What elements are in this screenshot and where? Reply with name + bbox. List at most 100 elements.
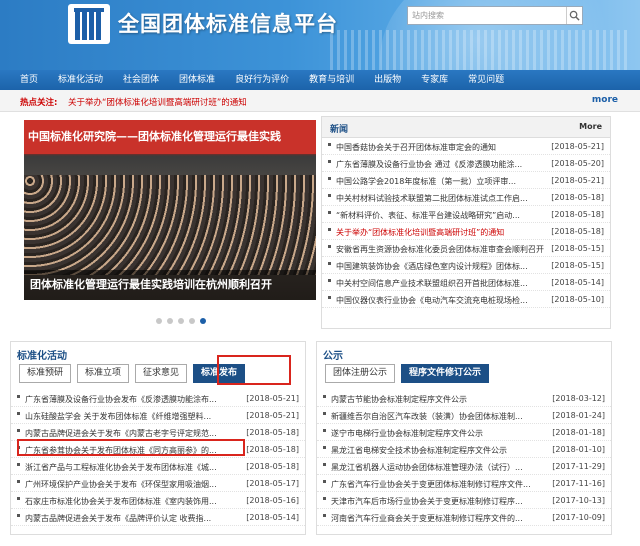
list-item[interactable]: 天津市汽车后市场行业协会关于变更标准制修订程序... [2017-10-13] — [317, 492, 611, 509]
hot-link[interactable]: 关于举办“团体标准化培训暨高端研讨班”的通知 — [68, 96, 247, 108]
nav-item[interactable]: 良好行为评价 — [225, 70, 299, 90]
list-item[interactable]: 广州环境保护产业协会关于发布《环保型家用吸油烟... [2018-05-17] — [11, 475, 305, 492]
list-item-title[interactable]: 浙江省产品与工程标准化协会关于发布团体标准《城... — [25, 462, 233, 473]
list-item-title[interactable]: 中国仪器仪表行业协会《电动汽车交流充电桩现场检... — [336, 295, 544, 306]
search-box[interactable]: 站内搜索 — [407, 6, 583, 25]
nav-item[interactable]: 社会团体 — [113, 70, 169, 90]
list-item-title[interactable]: 中国香菇协会关于召开团体标准审定会的通知 — [336, 142, 544, 153]
list-item[interactable]: 安徽省再生资源协会标准化委员会团体标准审查会顺利召开 [2018-05-15] — [322, 240, 610, 257]
list-item[interactable]: 广东省汽车行业协会关于变更团体标准制修订程序文件... [2017-11-16] — [317, 475, 611, 492]
tab-notice[interactable]: 团体注册公示 — [325, 364, 396, 383]
nav-item[interactable]: 首页 — [10, 70, 48, 90]
list-item-title[interactable]: 新疆维吾尔自治区汽车改装（装潢）协会团体标准制... — [331, 411, 546, 422]
list-item-title[interactable]: 中国公路学会2018年度标准（第一批）立项评审... — [336, 176, 544, 187]
nav-item[interactable]: 团体标准 — [169, 70, 225, 90]
search-button[interactable] — [566, 7, 582, 24]
list-item-title[interactable]: 广东省汽车行业协会关于变更团体标准制修订程序文件... — [331, 479, 546, 490]
list-item-title[interactable]: 内蒙古节能协会标准制定程序文件公示 — [331, 394, 546, 405]
nav-item[interactable]: 出版物 — [364, 70, 411, 90]
carousel-caption[interactable]: 团体标准化管理运行最佳实践培训在杭州顺利召开 — [30, 276, 272, 292]
list-item-title[interactable]: 广东省薄膜及设备行业协会 通过《反渗透膜功能涂... — [336, 159, 544, 170]
nav-item[interactable]: 教育与培训 — [299, 70, 364, 90]
list-item-title[interactable]: 关于举办“团体标准化培训暨高端研讨班”的通知 — [336, 227, 544, 238]
tab-standardization[interactable]: 征求意见 — [135, 364, 188, 383]
carousel-dot[interactable] — [167, 318, 173, 324]
list-item-date: [2018-05-17] — [246, 479, 299, 488]
bullet-icon — [323, 395, 326, 398]
tab-standardization[interactable]: 标准立项 — [77, 364, 130, 383]
carousel-dot[interactable] — [178, 318, 184, 324]
main-nav: 首页 标准化活动 社会团体 团体标准 良好行为评价 教育与培训 出版物 专家库 常见问题 — [0, 70, 640, 90]
list-item-title[interactable]: 山东硅酸盐学会 关于发布团体标准《纤维增强塑料... — [25, 411, 233, 422]
list-item-date: [2017-10-13] — [552, 496, 605, 505]
nav-item[interactable]: 常见问题 — [458, 70, 514, 90]
list-item[interactable]: 中国仪器仪表行业协会《电动汽车交流充电桩现场检... [2018-05-10] — [322, 291, 610, 308]
list-item-title[interactable]: “新材料评价、表征、标准平台建设战略研究”启动... — [336, 210, 544, 221]
list-item-date: [2018-05-10] — [551, 295, 604, 304]
list-item-title[interactable]: 广东省薄膜及设备行业协会发布《反渗透膜功能涂布... — [25, 394, 233, 405]
list-item[interactable]: 石家庄市标准化协会关于发布团体标准《室内装饰用... [2018-05-16] — [11, 492, 305, 509]
list-item[interactable]: 河南省汽车行业商会关于变更标准制修订程序文件的... [2017-10-09] — [317, 509, 611, 526]
list-item-date: [2018-05-20] — [551, 159, 604, 168]
list-item[interactable]: 中关村材料试验技术联盟第二批团体标准试点工作启... [2018-05-18] — [322, 189, 610, 206]
highlight-box-tab — [217, 355, 291, 385]
bullet-icon — [323, 429, 326, 432]
list-item-title[interactable]: 中国建筑装饰协会《酒店绿色室内设计规程》团体标... — [336, 261, 544, 272]
list-item[interactable]: 新疆维吾尔自治区汽车改装（装潢）协会团体标准制... [2018-01-24] — [317, 407, 611, 424]
list-item[interactable]: 中国公路学会2018年度标准（第一批）立项评审... [2018-05-21] — [322, 172, 610, 189]
list-item-date: [2017-11-29] — [552, 462, 605, 471]
list-item-title[interactable]: 黑龙江省机器人运动协会团体标准管理办法（试行）... — [331, 462, 546, 473]
list-item[interactable]: 内蒙古节能协会标准制定程序文件公示 [2018-03-12] — [317, 390, 611, 407]
bullet-icon — [17, 395, 20, 398]
bullet-icon — [328, 143, 331, 146]
list-item-title[interactable]: 中关村空间信息产业技术联盟组织召开首批团体标准... — [336, 278, 544, 289]
list-item[interactable]: 内蒙古品牌促进会关于发布《品牌评价认定 收费指... [2018-05-14] — [11, 509, 305, 526]
list-item-title[interactable]: 内蒙古品牌促进会关于发布《品牌评价认定 收费指... — [25, 513, 233, 524]
nav-item[interactable]: 专家库 — [411, 70, 458, 90]
carousel-dot[interactable] — [156, 318, 162, 324]
list-item[interactable]: 广东省薄膜及设备行业协会 通过《反渗透膜功能涂... [2018-05-20] — [322, 155, 610, 172]
list-item-title[interactable]: 天津市汽车后市场行业协会关于变更标准制修订程序... — [331, 496, 546, 507]
list-item[interactable]: 山东硅酸盐学会 关于发布团体标准《纤维增强塑料... [2018-05-21] — [11, 407, 305, 424]
hot-more-link[interactable]: more — [592, 95, 618, 105]
list-item[interactable]: “新材料评价、表征、标准平台建设战略研究”启动... [2018-05-18] — [322, 206, 610, 223]
list-item-title[interactable]: 黑龙江省电梯安全技术协会标准制定程序文件公示 — [331, 445, 546, 456]
carousel-slide-image[interactable]: 中国标准化研究院——团体标准化管理运行最佳实践 团体标准化管理运行最佳实践培训在… — [24, 120, 316, 300]
list-item[interactable]: 中国建筑装饰协会《酒店绿色室内设计规程》团体标... [2018-05-15] — [322, 257, 610, 274]
news-more-link[interactable]: More — [579, 122, 602, 131]
carousel-dot[interactable] — [189, 318, 195, 324]
list-item-title[interactable]: 安徽省再生资源协会标准化委员会团体标准审查会顺利召开 — [336, 244, 544, 255]
list-item[interactable]: 广东省薄膜及设备行业协会发布《反渗透膜功能涂布... [2018-05-21] — [11, 390, 305, 407]
list-item-date: [2018-03-12] — [552, 394, 605, 403]
group-photo — [24, 175, 316, 275]
bullet-icon — [328, 177, 331, 180]
tab-notice[interactable]: 程序文件修订公示 — [401, 364, 490, 383]
nav-item[interactable]: 标准化活动 — [48, 70, 113, 90]
site-title[interactable]: 全国团体标准信息平台 — [118, 8, 338, 38]
list-item-title[interactable]: 内蒙古品牌促进会关于发布《内蒙古老字号评定规范... — [25, 428, 233, 439]
bullet-icon — [328, 211, 331, 214]
list-item[interactable]: 浙江省产品与工程标准化协会关于发布团体标准《城... [2018-05-18] — [11, 458, 305, 475]
list-item-title[interactable]: 遂宁市电梯行业协会标准制定程序文件公示 — [331, 428, 546, 439]
list-item[interactable]: 黑龙江省机器人运动协会团体标准管理办法（试行）... [2017-11-29] — [317, 458, 611, 475]
list-item-date: [2018-05-18] — [551, 210, 604, 219]
bullet-icon — [323, 497, 326, 500]
bullet-icon — [328, 296, 331, 299]
list-item-title[interactable]: 广州环境保护产业协会关于发布《环保型家用吸油烟... — [25, 479, 233, 490]
site-logo-icon[interactable] — [68, 4, 110, 44]
list-item[interactable]: 中国香菇协会关于召开团体标准审定会的通知 [2018-05-21] — [322, 138, 610, 155]
carousel-dot[interactable] — [200, 318, 206, 324]
list-item-date: [2018-05-15] — [551, 261, 604, 270]
bullet-icon — [328, 194, 331, 197]
bullet-icon — [328, 245, 331, 248]
tab-standardization[interactable]: 标准预研 — [19, 364, 72, 383]
list-item-title[interactable]: 石家庄市标准化协会关于发布团体标准《室内装饰用... — [25, 496, 233, 507]
list-item-date: [2018-05-14] — [551, 278, 604, 287]
list-item[interactable]: 关于举办“团体标准化培训暨高端研讨班”的通知 [2018-05-18] — [322, 223, 610, 240]
search-input[interactable]: 站内搜索 — [408, 10, 566, 21]
list-item[interactable]: 遂宁市电梯行业协会标准制定程序文件公示 [2018-01-18] — [317, 424, 611, 441]
list-item[interactable]: 黑龙江省电梯安全技术协会标准制定程序文件公示 [2018-01-10] — [317, 441, 611, 458]
list-item-title[interactable]: 河南省汽车行业商会关于变更标准制修订程序文件的... — [331, 513, 546, 524]
list-item-title[interactable]: 中关村材料试验技术联盟第二批团体标准试点工作启... — [336, 193, 544, 204]
list-item[interactable]: 中关村空间信息产业技术联盟组织召开首批团体标准... [2018-05-14] — [322, 274, 610, 291]
